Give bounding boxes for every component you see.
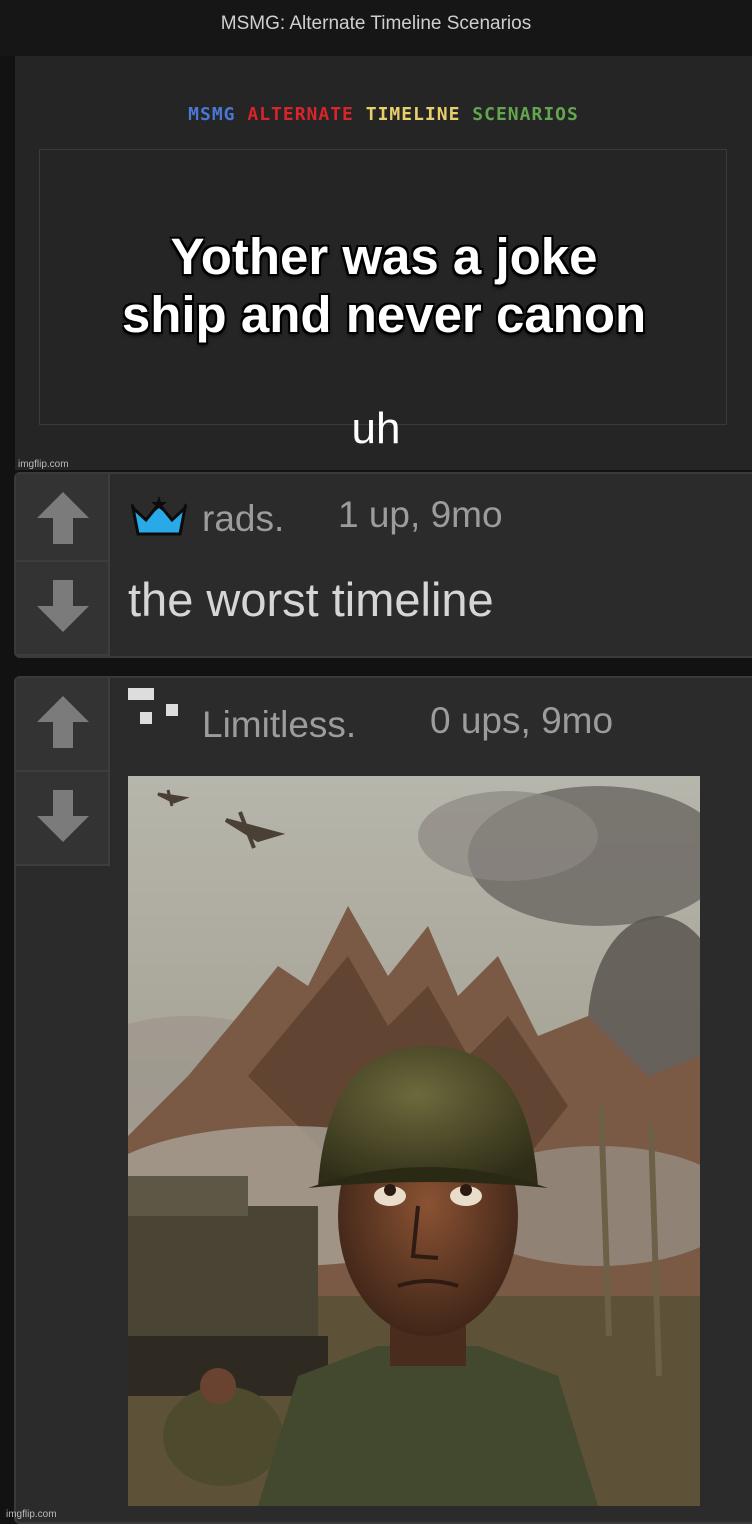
upvote-button[interactable] xyxy=(16,474,110,562)
logo-word: MSMG xyxy=(188,104,236,125)
comment-username[interactable]: rads. xyxy=(202,498,284,540)
downvote-button[interactable] xyxy=(16,562,110,656)
arrow-down-icon xyxy=(37,580,89,632)
msmg-logo: MSMG ALTERNATE TIMELINE SCENARIOS xyxy=(15,104,752,125)
logo-word: ALTERNATE xyxy=(247,104,354,125)
arrow-down-icon xyxy=(37,790,89,842)
pixel-block-icon xyxy=(128,688,188,739)
meme-caption: Yother was a joke ship and never canon xyxy=(40,228,728,344)
arrow-up-icon xyxy=(37,492,89,544)
comment-text: the worst timeline xyxy=(128,573,494,626)
logo-word: SCENARIOS xyxy=(472,104,579,125)
caption-line: Yother was a joke xyxy=(170,228,598,285)
comment-image[interactable] xyxy=(128,776,700,1506)
arrow-up-icon xyxy=(37,696,89,748)
watermark: imgflip.com xyxy=(18,459,69,470)
page-title: MSMG: Alternate Timeline Scenarios xyxy=(0,0,752,56)
comment: rads. 1 up, 9mo the worst timeline xyxy=(14,472,752,658)
crown-icon xyxy=(128,496,190,543)
caption-line: ship and never canon xyxy=(121,286,647,343)
meme-bottom-text: uh xyxy=(351,404,401,453)
comment-meta: 1 up, 9mo xyxy=(338,494,503,535)
logo-word: TIMELINE xyxy=(365,104,461,125)
downvote-button[interactable] xyxy=(16,772,110,866)
watermark: imgflip.com xyxy=(6,1509,57,1520)
comment-meta: 0 ups, 9mo xyxy=(430,700,614,741)
meme-embed: MSMG ALTERNATE TIMELINE SCENARIOS Yother… xyxy=(15,56,752,470)
comment-username[interactable]: Limitless. xyxy=(202,704,356,746)
meme-frame: Yother was a joke ship and never canon xyxy=(39,149,727,425)
upvote-button[interactable] xyxy=(16,678,110,772)
